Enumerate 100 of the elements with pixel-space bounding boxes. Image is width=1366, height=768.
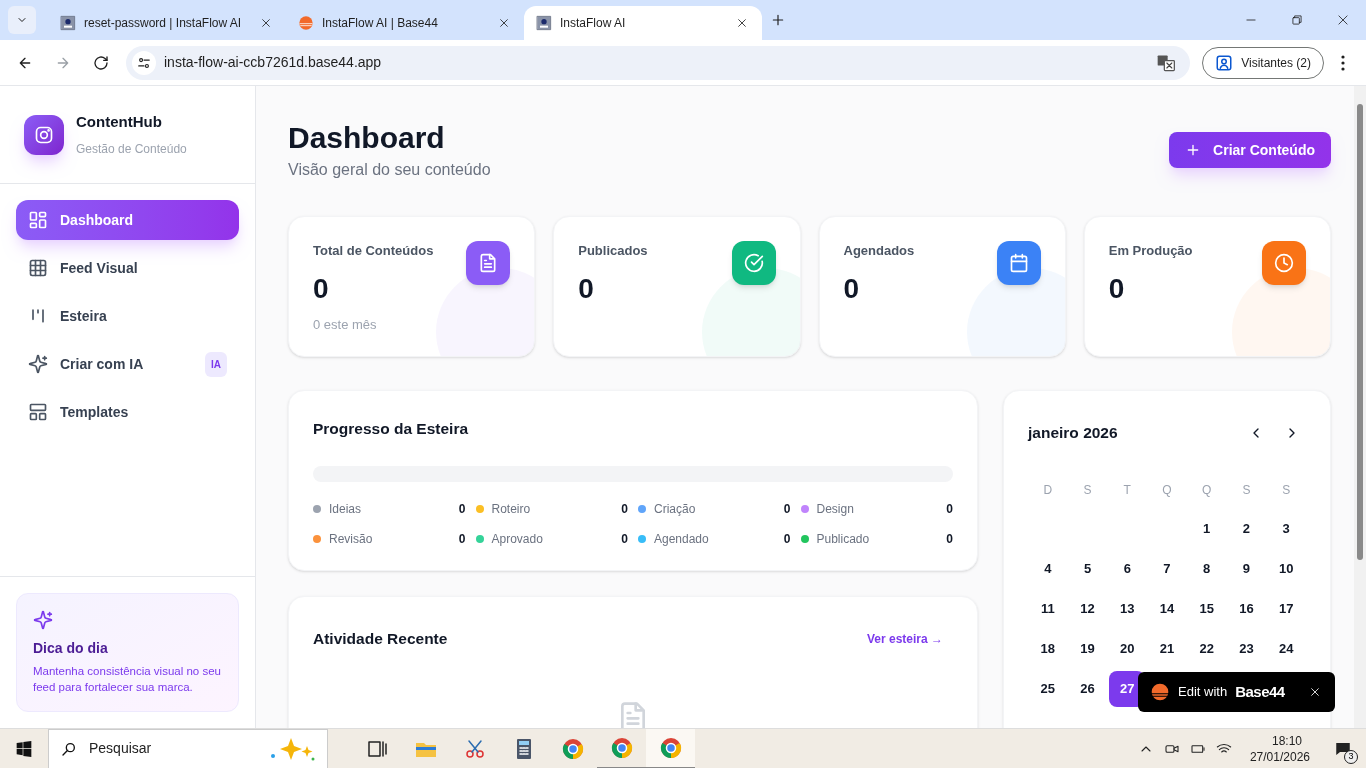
calendar-day[interactable]: 1 [1188,511,1225,547]
nav-item[interactable]: Dashboard [16,200,239,240]
browser-tab[interactable]: InstaFlow AI | Base44 [286,6,524,40]
calendar-day[interactable]: 22 [1188,631,1225,667]
windows-icon [16,740,32,757]
page-title: Dashboard [288,120,446,156]
calendar-icon [1008,253,1029,273]
stage-label: Publicado [816,531,871,549]
stage-label: Roteiro [491,501,532,519]
tip-text: Mantenha consistência visual no seu feed para fortalecer sua marca. [33,664,222,695]
stage-label: Aprovado [491,531,544,549]
document-icon [478,253,499,273]
reload-icon [93,54,109,71]
close-icon [1310,687,1320,697]
calendar-day[interactable]: 23 [1228,631,1265,667]
taskbar-app-button[interactable] [646,728,695,768]
restore-icon [1290,13,1304,27]
calendar-day[interactable]: 2 [1228,511,1265,547]
calendar-day[interactable]: 5 [1069,551,1106,587]
calendar-day[interactable]: 9 [1228,551,1265,587]
camera-icon [34,124,54,145]
notification-count: 3 [1344,749,1358,764]
stage-label: Revisão [329,531,374,549]
stage-label: Design [816,501,855,519]
close-icon [1336,13,1350,27]
chrome-icon [658,735,683,760]
taskbar-search-field[interactable]: Pesquisar [48,728,328,768]
calendar-month: janeiro 2026 [1028,423,1118,444]
stage-count: 0 [621,531,628,549]
chrome-icon [609,735,634,760]
nav-item[interactable]: Esteira [16,296,239,336]
close-icon [737,18,747,28]
calendar-day[interactable]: 4 [1029,551,1066,587]
nav-item[interactable]: Feed Visual [16,248,239,288]
browser-tab[interactable]: InstaFlow AI [524,6,762,40]
calendar-day[interactable]: 25 [1029,671,1066,707]
sunset-logo-icon [1150,682,1170,702]
card-title: Progresso da Esteira [313,419,470,439]
stage-count: 0 [621,501,628,519]
calendar-day[interactable]: 24 [1268,631,1305,667]
toast-text: Edit with [1178,683,1228,702]
chrome-icon [560,736,585,761]
address-bar[interactable]: insta-flow-ai-ccb7261d.base44.app [126,45,1191,80]
grid-icon [28,258,48,278]
calendar-day[interactable]: 3 [1268,511,1305,547]
stat-label: Agendados [843,242,915,260]
calendar-day[interactable]: 14 [1149,591,1185,627]
calendar-day[interactable]: 8 [1188,551,1225,587]
calendar-day[interactable]: 17 [1268,591,1305,627]
calendar-day[interactable]: 12 [1069,591,1106,627]
calendar-day[interactable]: 26 [1069,671,1106,707]
scrollbar[interactable] [1354,86,1366,728]
stage-label: Ideias [329,501,363,519]
stage-count: 0 [458,501,466,519]
page-favicon-icon [536,15,552,31]
calendar-day[interactable]: 16 [1228,591,1265,627]
calendar-day[interactable]: 13 [1109,591,1146,627]
calendar-day[interactable]: 6 [1109,551,1146,587]
page-favicon-icon [60,15,76,31]
dashboard-icon [28,210,48,230]
stat-note: 0 este mês [313,315,378,334]
clock-icon [1274,253,1294,273]
create-content-button[interactable]: Criar Conteúdo [1169,132,1331,168]
calendar-day[interactable]: 11 [1029,591,1066,627]
brand-name: ContentHub [76,112,163,133]
weekday-label: T [1122,482,1132,499]
stat-value: 0 [1108,272,1126,305]
stage-count: 0 [946,501,953,519]
notifications-button[interactable]: 3 [1328,733,1358,764]
stat-label: Publicados [578,242,648,260]
nav-item[interactable]: Criar com IA IA [16,344,239,384]
stage-count: 0 [946,531,953,549]
calendar-day[interactable]: 10 [1268,551,1305,587]
stage-count: 0 [783,501,791,519]
stat-label: Em Produção [1108,242,1193,260]
plus-icon [771,13,785,27]
stat-value: 0 [578,272,595,305]
calendar-day[interactable]: 18 [1029,631,1066,667]
browser-tab[interactable]: reset-password | InstaFlow AI [48,6,286,40]
calendar-day[interactable]: 21 [1149,631,1185,667]
layout-icon [28,402,48,422]
edit-with-base44-toast[interactable]: Edit with Base44 [1138,672,1335,712]
stat-value: 0 [313,272,330,305]
tip-title: Dica do dia [33,639,109,658]
weekday-label: Q [1161,482,1173,499]
nav-item[interactable]: Templates [16,392,239,432]
stage-count: 0 [458,531,466,549]
ai-badge: IA [205,351,227,377]
clock[interactable]: 18:10 27/01/2026 [1241,732,1318,765]
calendar-day[interactable]: 20 [1109,631,1146,667]
close-icon [499,18,509,28]
sunset-favicon-icon [298,15,314,31]
calendar-day[interactable]: 19 [1069,631,1106,667]
calendar-day[interactable]: 15 [1188,591,1225,627]
calendar-day[interactable]: 7 [1149,551,1185,587]
search-icon [61,740,77,757]
view-pipeline-link[interactable]: Ver esteira → [866,629,943,648]
weekday-label: S [1281,482,1292,499]
site-info-button[interactable] [132,50,156,75]
weekday-label: D [1042,482,1054,499]
